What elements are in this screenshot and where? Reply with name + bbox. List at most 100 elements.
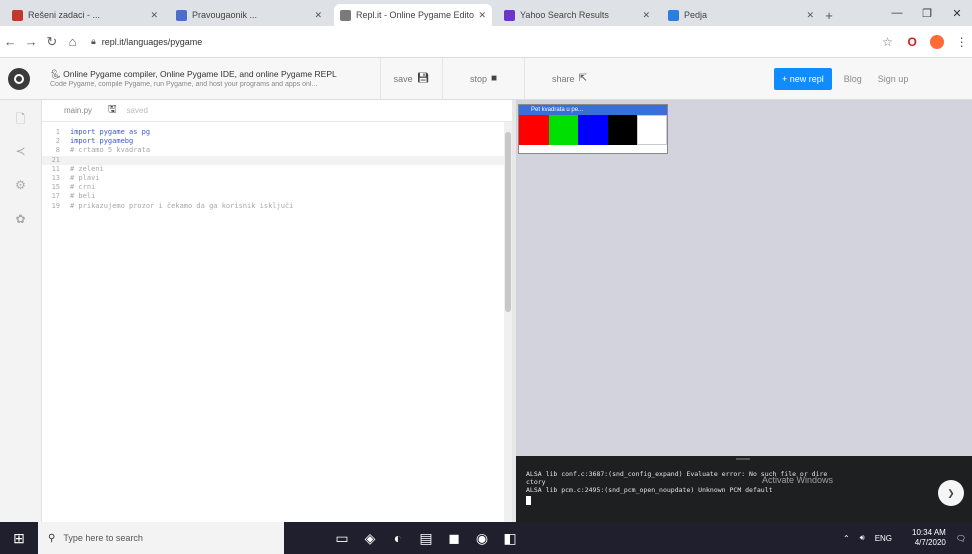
code-line[interactable]: 13 # plavi <box>42 174 504 183</box>
packages-icon[interactable]: ⚙︎ <box>0 178 41 202</box>
code-line[interactable]: 2 import pygamebg <box>42 137 504 146</box>
new-repl-button[interactable]: + new repl <box>774 67 832 90</box>
stop-button[interactable]: stop ■ <box>442 57 524 100</box>
save-button[interactable]: save 💾︎ <box>380 57 442 100</box>
replit-logo[interactable] <box>8 67 30 90</box>
taskbar-apps: ▭ ◈ ◐ ▤ ◼ ◉ ◧ <box>328 522 524 554</box>
code-line[interactable]: 21 <box>42 156 504 166</box>
code-line[interactable]: 11 # zeleni <box>42 165 504 174</box>
browser-tab[interactable]: Rešeni zadaci - ... ✕ <box>6 4 164 26</box>
page-title: 🐍︎ Online Pygame compiler, Online Pygame… <box>50 69 337 79</box>
line-text: # crni <box>70 183 96 192</box>
browser-tab[interactable]: Repl.it - Online Pygame Edito ✕ <box>334 4 492 26</box>
close-tab-icon[interactable]: ✕ <box>642 10 650 21</box>
pygame-window-title: Pet kvadrata u pe... <box>519 105 667 115</box>
opera-extension-icon[interactable]: O <box>902 31 923 53</box>
taskbar-app-icon[interactable]: ◧ <box>496 522 524 554</box>
console-line: ALSA lib conf.c:3687:(snd_config_expand)… <box>526 470 828 478</box>
tray-chevron-icon[interactable]: ⌃ <box>843 534 850 543</box>
minimize-button[interactable]: — <box>882 0 912 26</box>
home-icon[interactable]: ⌂ <box>62 34 83 49</box>
close-tab-icon[interactable]: ✕ <box>806 10 814 21</box>
red-square <box>519 115 549 145</box>
saved-status: saved <box>126 106 148 115</box>
code-editor[interactable]: main.py 🖫︎ saved 1 import pygame as pg 2 im… <box>42 100 512 522</box>
console-resize-handle[interactable] <box>736 458 750 460</box>
browser-menu-icon[interactable]: ⋮ <box>951 31 972 53</box>
files-icon[interactable]: 🗋︎ <box>0 110 41 134</box>
reload-icon[interactable]: ↻ <box>41 34 62 50</box>
line-number: 13 <box>51 174 60 183</box>
output-panel: Pet kvadrata u pe... <box>516 100 972 456</box>
window-controls: — ❐ ✕ <box>882 0 972 26</box>
black-square <box>607 115 638 145</box>
line-number: 11 <box>51 164 60 173</box>
line-number: 2 <box>55 137 60 146</box>
language-indicator[interactable]: ENG <box>875 534 892 543</box>
share-nodes-icon[interactable]: ≺ <box>0 144 41 168</box>
close-tab-icon[interactable]: ✕ <box>478 10 486 21</box>
chevron-right-icon[interactable]: ❯ <box>938 480 964 506</box>
tab-title: Pravougaonik ... <box>192 10 258 20</box>
close-window-button[interactable]: ✕ <box>942 0 972 26</box>
language-info: 🐍︎ Online Pygame compiler, Online Pygame… <box>50 69 380 88</box>
tab-title: Rešeni zadaci - ... <box>28 10 101 20</box>
tab-title: Yahoo Search Results <box>520 10 609 20</box>
code-line[interactable]: 8 # crtamo 5 kvadrata <box>42 146 504 155</box>
browser-tab[interactable]: Pravougaonik ... ✕ <box>170 4 328 26</box>
page-subtitle: Code Pygame, compile Pygame, run Pygame,… <box>50 81 318 88</box>
pygame-window[interactable]: Pet kvadrata u pe... <box>518 104 668 154</box>
console-line: ALSA lib pcm.c:2495:(snd_pcm_open_noupda… <box>526 486 773 494</box>
volume-icon[interactable]: 🔊︎ <box>860 533 865 543</box>
taskbar-app-icon[interactable]: ◈ <box>356 522 384 554</box>
windows-start-icon[interactable]: ⊞ <box>0 522 38 554</box>
favicon-icon <box>12 9 23 21</box>
lock-icon: 🔒︎ <box>90 36 96 46</box>
white-square <box>637 115 667 145</box>
close-tab-icon[interactable]: ✕ <box>314 10 322 21</box>
sign-up-link[interactable]: Sign up <box>878 74 909 84</box>
windows-taskbar: ⊞ ⚲ Type here to search ▭ ◈ ◐ ▤ ◼ ◉ ◧ ⌃ 🔊︎ ENG… <box>0 522 972 554</box>
taskbar-app-icon[interactable]: ▭ <box>328 522 356 554</box>
code-line[interactable]: 17 # beli <box>42 192 504 201</box>
browser-tab[interactable]: Yahoo Search Results ✕ <box>498 4 656 26</box>
favicon-icon <box>504 9 515 21</box>
share-button[interactable]: share ⇱ <box>524 57 614 100</box>
stop-icon: ■ <box>490 73 498 84</box>
file-name[interactable]: main.py <box>64 106 92 115</box>
blog-link[interactable]: Blog <box>844 74 862 84</box>
account-icon[interactable] <box>927 31 948 53</box>
line-text: import pygame as pg <box>70 128 151 136</box>
url-text: repl.it/languages/pygame <box>101 36 203 47</box>
floppy-icon[interactable]: 🖫︎ <box>108 102 117 119</box>
forward-icon[interactable]: → <box>21 34 42 49</box>
taskbar-app-icon[interactable]: ◼ <box>440 522 468 554</box>
maximize-button[interactable]: ❐ <box>912 0 942 26</box>
code-lines[interactable]: 1import pygame as pg2import pygamebg34(s… <box>42 128 504 211</box>
bookmark-star-icon[interactable]: ☆ <box>877 31 898 53</box>
clock[interactable]: 10:34 AM 4/7/2020 <box>902 528 946 548</box>
new-tab-button[interactable]: + <box>820 4 838 26</box>
browser-tab[interactable]: Pedja ✕ <box>662 4 820 26</box>
code-line[interactable]: 19 # prikazujemo prozor i čekamo da ga ko… <box>42 202 504 211</box>
settings-icon[interactable]: ✿ <box>0 212 41 236</box>
taskbar-app-icon[interactable]: ▤ <box>412 522 440 554</box>
search-icon: ⚲ <box>48 532 56 544</box>
close-tab-icon[interactable]: ✕ <box>150 10 158 21</box>
favicon-icon <box>668 9 679 21</box>
sidebar-rail: 🗋︎ ≺ ⚙︎ ✿ <box>0 100 42 522</box>
back-icon[interactable]: ← <box>0 34 21 49</box>
console[interactable]: ALSA lib conf.c:3687:(snd_config_expand)… <box>516 456 972 522</box>
line-number: 21 <box>51 156 60 164</box>
notifications-icon[interactable]: 🗨︎ <box>956 534 966 543</box>
tab-title: Pedja <box>684 10 708 20</box>
editor-scrollbar[interactable] <box>504 122 512 522</box>
file-tab-bar: main.py 🖫︎ saved <box>42 100 512 122</box>
taskbar-app-icon[interactable]: ◉ <box>468 522 496 554</box>
url-input[interactable]: 🔒︎ repl.it/languages/pygame <box>91 31 873 53</box>
code-line[interactable]: 1 import pygame as pg <box>42 128 504 137</box>
taskbar-search-input[interactable]: ⚲ Type here to search <box>38 522 284 554</box>
taskbar-app-icon[interactable]: ◐ <box>384 522 412 554</box>
code-line[interactable]: 15 # crni <box>42 183 504 192</box>
line-number: 1 <box>55 128 60 136</box>
